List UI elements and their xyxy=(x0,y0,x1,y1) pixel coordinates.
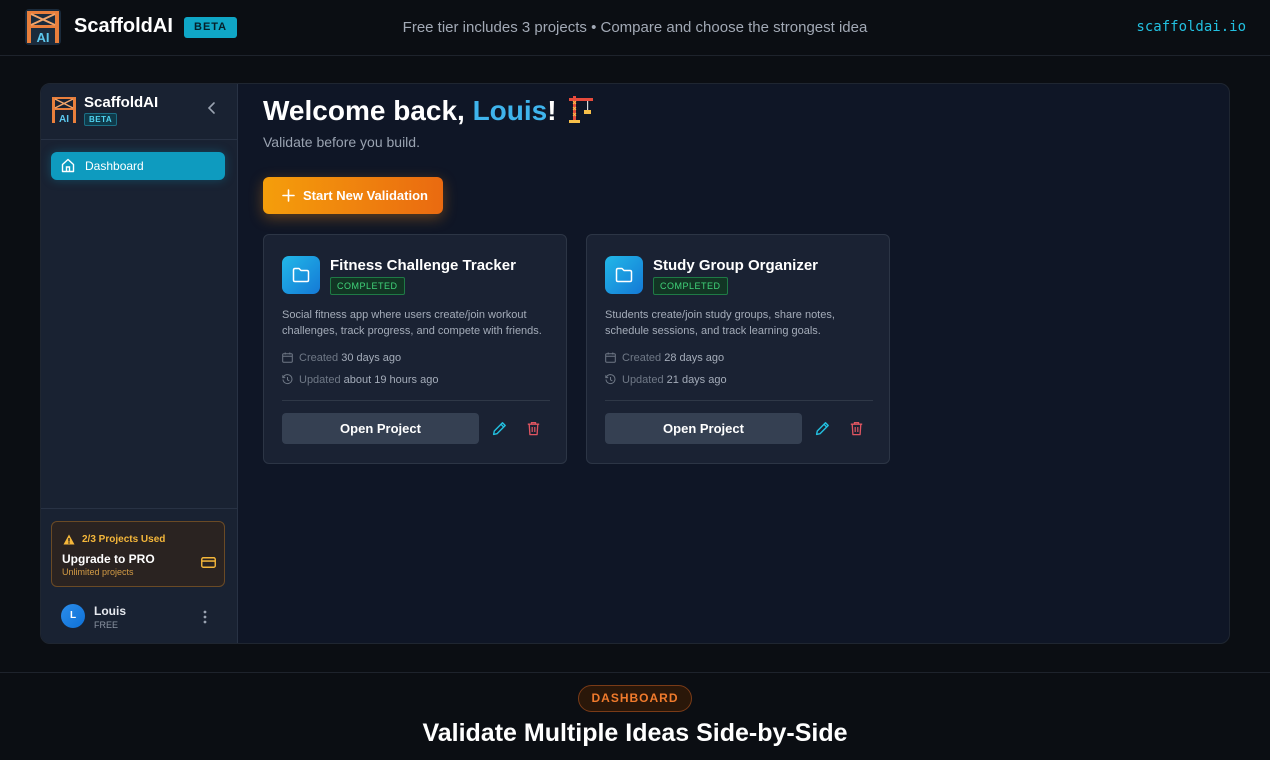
home-icon xyxy=(61,158,75,173)
edit-pencil-icon[interactable] xyxy=(815,421,830,436)
sidebar-beta-badge: BETA xyxy=(84,113,118,126)
chevron-left-icon[interactable] xyxy=(205,101,219,115)
section-pill: DASHBOARD xyxy=(578,685,692,712)
project-card[interactable]: Study Group Organizer COMPLETED Students… xyxy=(586,234,890,464)
open-project-button[interactable]: Open Project xyxy=(282,413,479,444)
project-created: Created 30 days ago xyxy=(282,352,401,364)
main-content: Welcome back, Louis! Validate before you… xyxy=(238,84,1229,643)
created-label: Created xyxy=(622,352,662,364)
status-badge: COMPLETED xyxy=(330,277,405,295)
folder-icon xyxy=(292,267,310,283)
upgrade-title: Upgrade to PRO xyxy=(62,552,155,566)
projects-usage: 2/3 Projects Used xyxy=(82,534,166,545)
project-title: Study Group Organizer xyxy=(653,257,819,274)
sidebar: AI ScaffoldAI BETA Dashboard 2/3 Project… xyxy=(41,84,238,643)
project-updated: Updated about 19 hours ago xyxy=(282,374,438,386)
start-new-validation-button[interactable]: Start New Validation xyxy=(263,177,443,214)
project-updated: Updated 21 days ago xyxy=(605,374,727,386)
edit-pencil-icon[interactable] xyxy=(492,421,507,436)
upgrade-subtitle: Unlimited projects xyxy=(62,567,134,577)
tagline: Free tier includes 3 projects • Compare … xyxy=(402,19,868,36)
trash-icon[interactable] xyxy=(527,421,540,436)
svg-text:AI: AI xyxy=(59,114,69,124)
created-label: Created xyxy=(299,352,339,364)
card-divider xyxy=(282,400,550,401)
card-divider xyxy=(605,400,873,401)
top-bar: AI ScaffoldAI BETA Free tier includes 3 … xyxy=(0,0,1270,56)
history-icon xyxy=(282,374,293,385)
open-project-button[interactable]: Open Project xyxy=(605,413,802,444)
sidebar-divider xyxy=(41,508,238,509)
page-subtitle: Validate before you build. xyxy=(263,134,420,150)
section-title: Validate Multiple Ideas Side-by-Side xyxy=(422,719,848,747)
project-created: Created 28 days ago xyxy=(605,352,724,364)
user-name: Louis xyxy=(94,604,126,618)
domain-link[interactable]: scaffoldai.io xyxy=(1136,19,1246,35)
sidebar-item-label: Dashboard xyxy=(85,159,144,173)
warning-icon xyxy=(63,534,75,545)
app-window: AI ScaffoldAI BETA Dashboard 2/3 Project… xyxy=(40,83,1230,644)
user-profile[interactable]: L Louis FREE xyxy=(51,600,225,634)
history-icon xyxy=(605,374,616,385)
project-card[interactable]: Fitness Challenge Tracker COMPLETED Soci… xyxy=(263,234,567,464)
project-description: Social fitness app where users create/jo… xyxy=(282,309,542,337)
sidebar-brand-name: ScaffoldAI xyxy=(84,94,159,111)
updated-value: 21 days ago xyxy=(666,374,727,386)
page-title: Welcome back, Louis! xyxy=(263,94,595,127)
updated-value: about 19 hours ago xyxy=(343,374,439,386)
start-new-validation-label: Start New Validation xyxy=(303,188,428,203)
sidebar-item-dashboard[interactable]: Dashboard xyxy=(51,152,225,180)
sidebar-header: AI ScaffoldAI BETA xyxy=(41,84,238,140)
more-vertical-icon[interactable] xyxy=(201,609,209,625)
updated-label: Updated xyxy=(622,374,664,386)
upgrade-card[interactable]: 2/3 Projects Used Upgrade to PRO Unlimit… xyxy=(51,521,225,587)
status-badge: COMPLETED xyxy=(653,277,728,295)
feature-section: DASHBOARD Validate Multiple Ideas Side-b… xyxy=(0,672,1270,760)
welcome-prefix: Welcome back, xyxy=(263,95,473,126)
project-folder-badge xyxy=(605,256,643,294)
construction-crane-icon xyxy=(568,96,593,123)
created-value: 30 days ago xyxy=(341,352,402,364)
avatar: L xyxy=(61,604,85,628)
welcome-suffix: ! xyxy=(547,95,557,126)
updated-label: Updated xyxy=(299,374,341,386)
calendar-icon xyxy=(282,352,293,363)
calendar-icon xyxy=(605,352,616,363)
folder-icon xyxy=(615,267,633,283)
welcome-user-name: Louis xyxy=(472,95,548,126)
project-title: Fitness Challenge Tracker xyxy=(330,257,516,274)
project-description: Students create/join study groups, share… xyxy=(605,309,835,337)
scaffold-logo-icon: AI xyxy=(52,97,76,124)
user-plan: FREE xyxy=(94,620,119,630)
created-value: 28 days ago xyxy=(664,352,725,364)
project-folder-badge xyxy=(282,256,320,294)
plus-icon xyxy=(282,189,295,202)
trash-icon[interactable] xyxy=(850,421,863,436)
credit-card-icon xyxy=(201,557,216,568)
